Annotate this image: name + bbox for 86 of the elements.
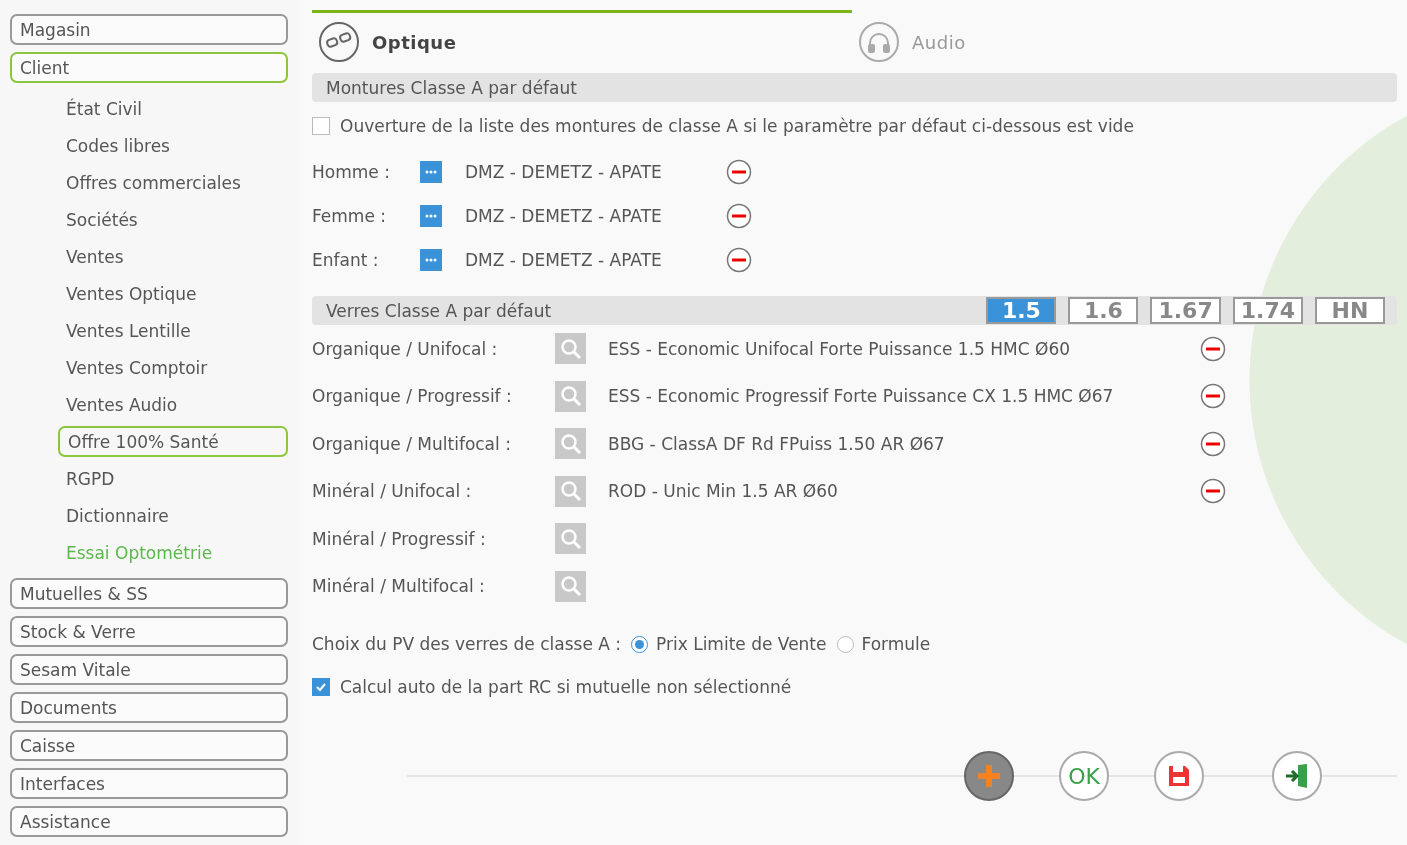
search-button[interactable] — [555, 570, 586, 602]
field-value: ROD - Unic Min 1.5 AR Ø60 — [608, 481, 839, 502]
sidebar-item[interactable]: Caisse — [10, 730, 288, 761]
field-label: Minéral / Unifocal : — [312, 481, 473, 502]
add-button[interactable] — [964, 751, 1014, 801]
field-label: Organique / Progressif : — [312, 386, 513, 407]
radio-label: Formule — [861, 634, 931, 654]
sidebar-item[interactable]: Mutuelles & SS — [10, 578, 288, 609]
search-icon — [559, 337, 582, 360]
field-value: BBG - ClassA DF Rd FPuiss 1.50 AR Ø67 — [608, 433, 946, 454]
index-tab[interactable]: 1.67 — [1150, 297, 1221, 324]
field-label: Homme : — [312, 162, 391, 182]
sidebar-subitem[interactable]: État Civil — [10, 90, 288, 127]
field-label: Organique / Multifocal : — [312, 433, 512, 454]
sidebar-item[interactable]: Magasin — [10, 14, 288, 45]
headphones-icon — [858, 21, 900, 63]
dots-icon — [425, 170, 437, 174]
radio-button[interactable] — [836, 635, 854, 653]
browse-button[interactable] — [420, 161, 442, 183]
sidebar-subitem[interactable]: Ventes Audio — [10, 386, 288, 423]
remove-icon[interactable] — [726, 203, 752, 229]
dots-icon — [425, 214, 437, 218]
tab[interactable]: Optique — [312, 10, 852, 69]
field-value: ESS - Economic Progressif Forte Puissance CX 1.5 HMC Ø67 — [608, 386, 1115, 407]
checkbox-label: Calcul auto de la part RC si mutuelle non sélectionné — [340, 677, 792, 697]
checkbox[interactable] — [312, 117, 330, 135]
glasses-icon — [318, 21, 360, 63]
checkbox-label: Ouverture de la liste des montures de classe A si le paramètre par défaut ci-dessous est vide — [340, 116, 1134, 136]
sidebar-subitem[interactable]: Offre 100% Santé — [58, 426, 288, 457]
field-value: ESS - Economic Unifocal Forte Puissance 1.5 HMC Ø60 — [608, 338, 1071, 359]
sidebar-subitem[interactable]: Codes libres — [10, 127, 288, 164]
search-button[interactable] — [555, 475, 586, 507]
sidebar-subitem[interactable]: Ventes — [10, 238, 288, 275]
search-button[interactable] — [555, 523, 586, 555]
field-label: Femme : — [312, 206, 388, 226]
sidebar-subitem[interactable]: Sociétés — [10, 201, 288, 238]
search-button[interactable] — [555, 333, 586, 365]
sidebar-subitem[interactable]: RGPD — [10, 460, 288, 497]
dots-icon — [425, 258, 437, 262]
sidebar-item[interactable]: Documents — [10, 692, 288, 723]
index-tab[interactable]: HN — [1315, 297, 1385, 324]
sidebar-item[interactable]: Client — [10, 52, 288, 83]
remove-icon[interactable] — [726, 159, 752, 185]
section-title: Montures Classe A par défaut — [326, 77, 578, 98]
search-icon — [559, 480, 582, 503]
radio-label: Prix Limite de Vente — [656, 634, 827, 654]
field-label: Enfant : — [312, 250, 380, 270]
sidebar-subitem[interactable]: Ventes Lentille — [10, 312, 288, 349]
search-icon — [559, 575, 582, 598]
search-icon — [559, 527, 582, 550]
field-value: DMZ - DEMETZ - APATE — [465, 162, 663, 182]
field-label: Organique / Unifocal : — [312, 338, 499, 359]
remove-icon[interactable] — [726, 247, 752, 273]
index-tab[interactable]: 1.6 — [1068, 297, 1139, 324]
remove-icon[interactable] — [1200, 478, 1226, 505]
radio-button[interactable] — [631, 635, 649, 653]
checkbox[interactable] — [312, 678, 330, 696]
field-label: Minéral / Multifocal : — [312, 576, 486, 597]
browse-button[interactable] — [420, 249, 442, 271]
sidebar-item[interactable]: Assistance — [10, 806, 288, 837]
search-button[interactable] — [555, 428, 586, 460]
tab-label: Optique — [372, 31, 457, 53]
tab-label: Audio — [912, 31, 966, 53]
sidebar-subitem[interactable]: Dictionnaire — [10, 497, 288, 534]
search-icon — [559, 432, 582, 455]
remove-icon[interactable] — [1200, 383, 1226, 410]
field-label: Minéral / Progressif : — [312, 528, 487, 549]
section-title: Verres Classe A par défaut — [326, 300, 553, 321]
exit-button[interactable] — [1272, 751, 1322, 801]
field-value: DMZ - DEMETZ - APATE — [465, 250, 663, 270]
search-icon — [559, 385, 582, 408]
remove-icon[interactable] — [1200, 430, 1226, 457]
checkmark-icon — [315, 681, 327, 693]
save-button[interactable] — [1154, 751, 1204, 801]
browse-button[interactable] — [420, 205, 442, 227]
radio-group-label: Choix du PV des verres de classe A : — [312, 634, 622, 654]
index-tab[interactable]: 1.74 — [1232, 297, 1303, 324]
sidebar-subitem[interactable]: Ventes Optique — [10, 275, 288, 312]
sidebar-item[interactable]: Sesam Vitale — [10, 654, 288, 685]
field-value: DMZ - DEMETZ - APATE — [465, 206, 663, 226]
search-button[interactable] — [555, 380, 586, 412]
sidebar-item[interactable]: Interfaces — [10, 768, 288, 799]
sidebar-item[interactable]: Stock & Verre — [10, 616, 288, 647]
remove-icon[interactable] — [1200, 335, 1226, 362]
sidebar-subitem[interactable]: Ventes Comptoir — [10, 349, 288, 386]
sidebar-subitem[interactable]: Offres commerciales — [10, 164, 288, 201]
